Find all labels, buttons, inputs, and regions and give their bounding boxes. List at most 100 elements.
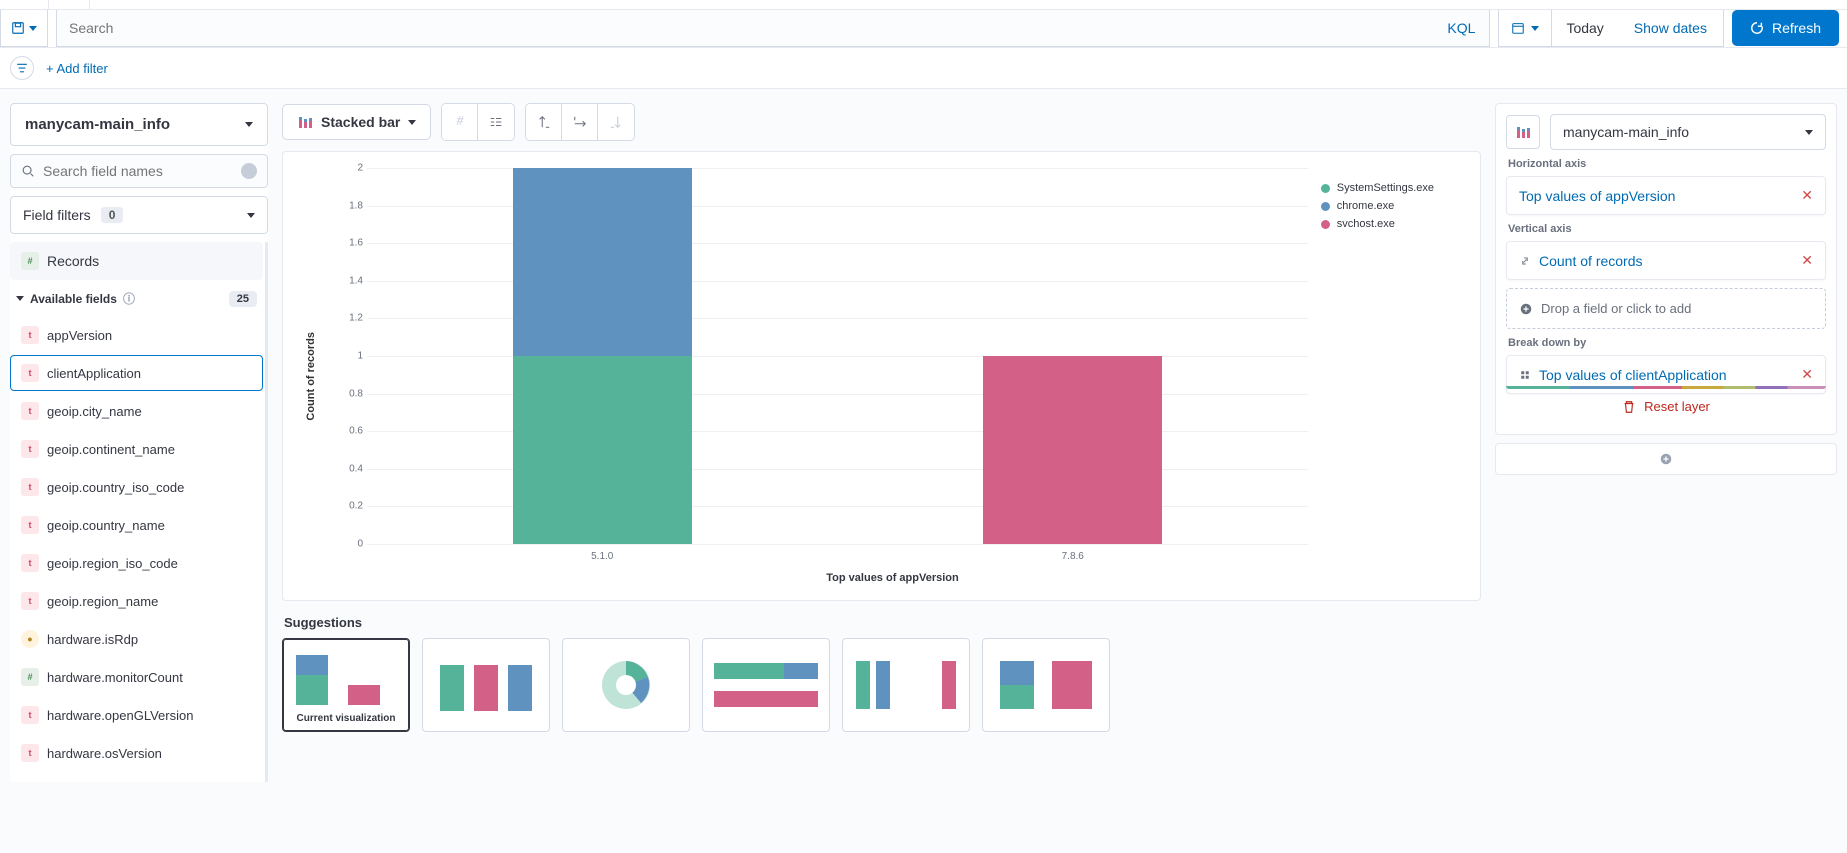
- right-axis-button[interactable]: [598, 104, 634, 140]
- link-icon: [1519, 255, 1531, 267]
- main-layout: manycam-main_info Field filters 0 # Reco…: [0, 89, 1847, 792]
- index-pattern-select[interactable]: manycam-main_info: [10, 103, 268, 146]
- field-item[interactable]: tgeoip.city_name: [10, 393, 263, 429]
- field-name-label: clientApplication: [47, 366, 141, 381]
- field-name-label: hardware.monitorCount: [47, 670, 183, 685]
- vertical-axis-drop-zone[interactable]: Drop a field or click to add: [1506, 288, 1826, 329]
- refresh-icon: [1750, 21, 1764, 35]
- add-filter-link[interactable]: + Add filter: [46, 61, 108, 76]
- x-axis-label: Top values of appVersion: [327, 572, 1458, 584]
- chevron-down-icon: [1531, 26, 1539, 31]
- text-type-icon: t: [21, 326, 39, 344]
- calendar-button[interactable]: [1499, 10, 1552, 46]
- field-item[interactable]: thardware.osVersion: [10, 735, 263, 771]
- available-fields-header[interactable]: Available fields ⓘ 25: [10, 280, 263, 317]
- field-item[interactable]: tgeoip.country_name: [10, 507, 263, 543]
- remove-icon[interactable]: ✕: [1801, 187, 1813, 204]
- value-labels-off-button[interactable]: #: [442, 104, 478, 140]
- bottom-axis-button[interactable]: [562, 104, 598, 140]
- suggestions-row: Current visualization: [282, 638, 1481, 732]
- refresh-button[interactable]: Refresh: [1732, 10, 1839, 46]
- clear-icon[interactable]: [241, 163, 257, 179]
- layer-index-pattern-select[interactable]: manycam-main_info: [1550, 114, 1826, 150]
- add-layer-button[interactable]: [1495, 443, 1837, 475]
- legend-swatch: [1321, 202, 1330, 211]
- field-item[interactable]: tgeoip.region_name: [10, 583, 263, 619]
- chevron-down-icon: [16, 296, 24, 301]
- legend-item[interactable]: SystemSettings.exe: [1321, 182, 1434, 194]
- show-dates-link[interactable]: Show dates: [1618, 20, 1723, 36]
- kql-toggle[interactable]: KQL: [1433, 20, 1489, 36]
- field-item[interactable]: tgeoip.region_iso_code: [10, 545, 263, 581]
- records-field[interactable]: # Records: [10, 242, 263, 280]
- chart-type-button[interactable]: Stacked bar: [282, 104, 431, 140]
- saved-query-button[interactable]: [0, 10, 48, 47]
- search-icon: [21, 164, 35, 178]
- remove-icon[interactable]: ✕: [1801, 252, 1813, 269]
- plus-circle-icon: [1519, 302, 1533, 316]
- field-item[interactable]: tclientApplication: [10, 355, 263, 391]
- plus-circle-icon: [1659, 452, 1673, 466]
- fields-list[interactable]: # Records Available fields ⓘ 25 tappVers…: [10, 242, 268, 782]
- legend-swatch: [1321, 220, 1330, 229]
- bar-segment[interactable]: [513, 356, 692, 544]
- suggestion-stacked-alt[interactable]: [982, 638, 1110, 732]
- legend-item[interactable]: chrome.exe: [1321, 200, 1434, 212]
- bar-group: 7.8.6: [838, 168, 1309, 544]
- horizontal-axis-chip[interactable]: Top values of appVersion ✕: [1506, 176, 1826, 215]
- legend-item[interactable]: svchost.exe: [1321, 218, 1434, 230]
- text-type-icon: t: [21, 478, 39, 496]
- number-type-icon: #: [21, 668, 39, 686]
- chart-legend: SystemSettings.exe chrome.exe svchost.exe: [1321, 182, 1434, 236]
- text-type-icon: t: [21, 516, 39, 534]
- boolean-type-icon: ●: [21, 630, 39, 648]
- date-range-label: Today: [1552, 20, 1617, 36]
- suggestions-title: Suggestions: [284, 615, 1481, 630]
- bar-segment[interactable]: [983, 356, 1162, 544]
- layer-chart-type-button[interactable]: [1506, 115, 1540, 149]
- suggestion-grouped-bar[interactable]: [422, 638, 550, 732]
- field-item[interactable]: thardware.openGLVersion: [10, 697, 263, 733]
- search-box[interactable]: KQL: [56, 10, 1490, 47]
- field-item[interactable]: t geoip.country_iso_code: [10, 469, 263, 505]
- number-type-icon: #: [21, 252, 39, 270]
- reset-layer-button[interactable]: Reset layer: [1506, 389, 1826, 424]
- bar-segment[interactable]: [513, 168, 692, 356]
- filter-icon: [16, 62, 28, 74]
- field-item[interactable]: ●hardware.isRdp: [10, 621, 263, 657]
- chevron-down-icon: [245, 122, 253, 127]
- horizontal-axis-label: Horizontal axis: [1508, 158, 1824, 170]
- filter-bar: + Add filter: [0, 48, 1847, 89]
- field-item[interactable]: #hardware.primaryMonitor.dpi.logical.x: [10, 773, 263, 782]
- field-search[interactable]: [10, 154, 268, 188]
- suggestion-horizontal-stacked[interactable]: [702, 638, 830, 732]
- field-filters-toggle[interactable]: Field filters 0: [10, 196, 268, 234]
- stacked-bar-icon: [1515, 124, 1531, 140]
- axis-settings-group: [525, 103, 635, 141]
- field-name-label: hardware.openGLVersion: [47, 708, 193, 723]
- workspace-panel: Stacked bar # Count of records: [268, 103, 1495, 732]
- field-search-input[interactable]: [43, 163, 233, 179]
- vertical-axis-label: Vertical axis: [1508, 223, 1824, 235]
- value-labels-on-button[interactable]: [478, 104, 514, 140]
- left-axis-button[interactable]: [526, 104, 562, 140]
- app-header-spacer: [0, 0, 1847, 10]
- field-item[interactable]: tgeoip.continent_name: [10, 431, 263, 467]
- vertical-axis-chip[interactable]: Count of records ✕: [1506, 241, 1826, 280]
- text-type-icon: t: [21, 744, 39, 762]
- suggestion-horizontal-grouped[interactable]: [842, 638, 970, 732]
- filter-options-button[interactable]: [10, 56, 34, 80]
- text-type-icon: t: [21, 592, 39, 610]
- legend-swatch: [1321, 184, 1330, 193]
- field-name-label: geoip.country_iso_code: [47, 480, 184, 495]
- bar-group: 5.1.0: [367, 168, 838, 544]
- field-item[interactable]: # hardware.monitorCount: [10, 659, 263, 695]
- suggestion-current[interactable]: Current visualization: [282, 638, 410, 732]
- suggestion-donut[interactable]: [562, 638, 690, 732]
- config-panel: manycam-main_info Horizontal axis Top va…: [1495, 103, 1837, 475]
- available-fields-count: 25: [229, 291, 257, 307]
- remove-icon[interactable]: ✕: [1801, 366, 1813, 383]
- field-item[interactable]: tappVersion: [10, 317, 263, 353]
- chart-toolbar: Stacked bar #: [282, 103, 1481, 141]
- query-input[interactable]: [57, 10, 1433, 46]
